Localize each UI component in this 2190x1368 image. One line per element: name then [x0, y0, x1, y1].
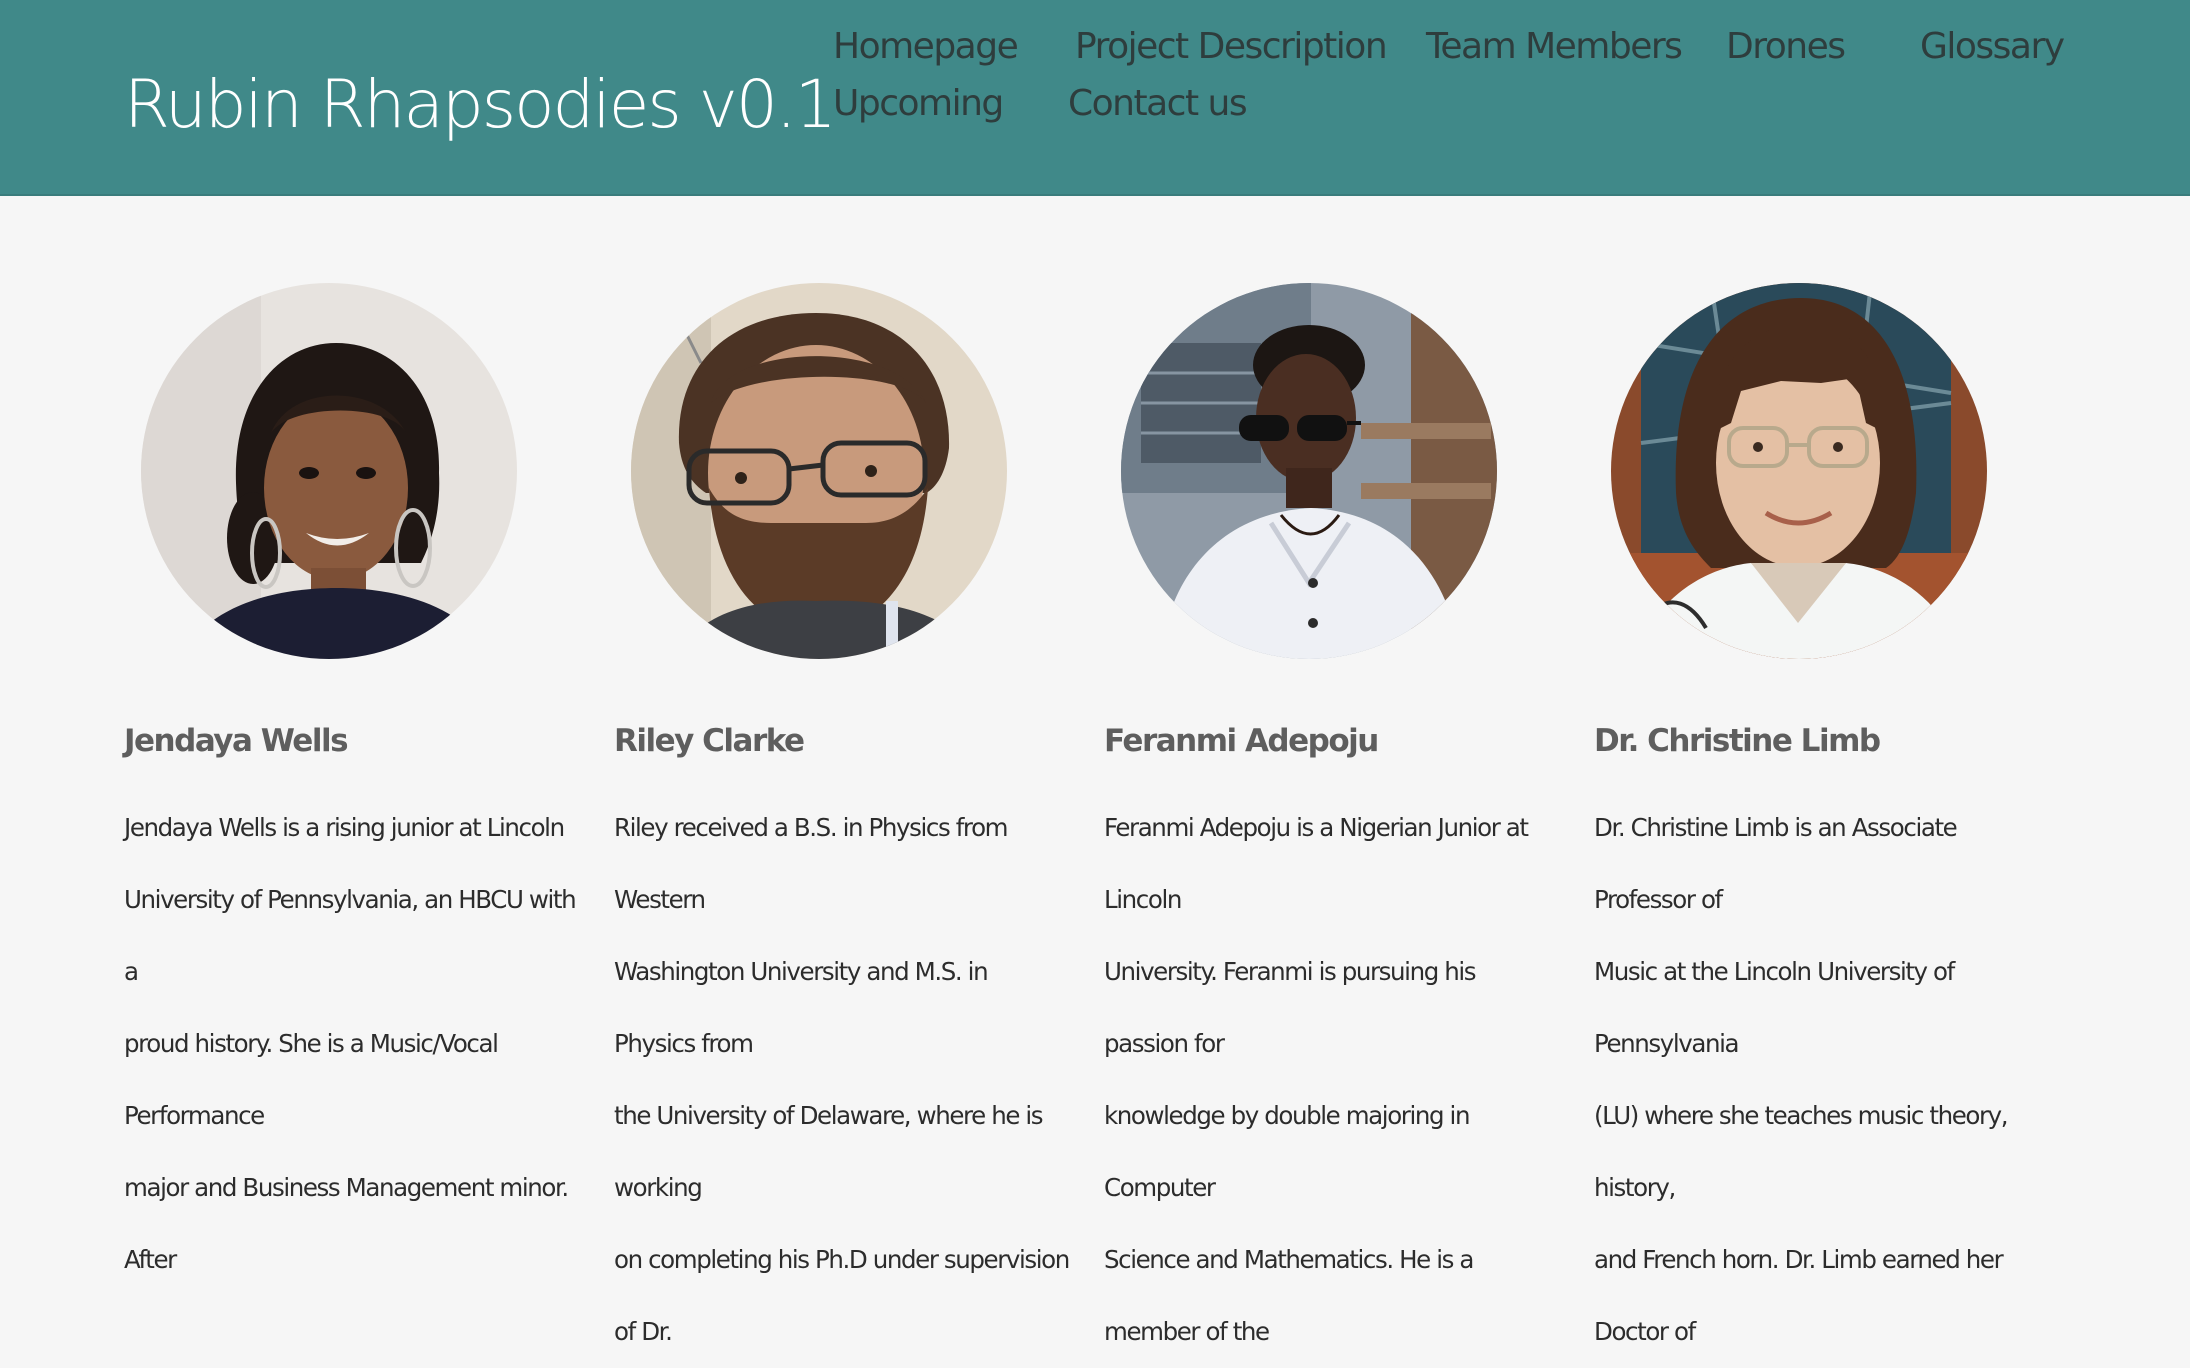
member-name: Dr. Christine Limb	[1594, 723, 1881, 759]
bio-line: major and Business Management minor. Aft…	[124, 1173, 569, 1274]
nav-project-description[interactable]: Project Description	[1075, 24, 1388, 70]
bio-line: knowledge by double majoring in Computer	[1104, 1101, 1470, 1202]
nav-glossary[interactable]: Glossary	[1920, 24, 2065, 70]
nav-team-members[interactable]: Team Members	[1426, 24, 1683, 70]
nav-contact-us[interactable]: Contact us	[1068, 81, 1248, 127]
nav-upcoming[interactable]: Upcoming	[833, 81, 1004, 127]
bio-line: and French horn. Dr. Limb earned her Doc…	[1594, 1245, 2004, 1346]
member-name: Feranmi Adepoju	[1104, 723, 1379, 759]
bio-line: Science and Mathematics. He is a member …	[1104, 1245, 1474, 1346]
bio-line: proud history. She is a Music/Vocal Perf…	[124, 1029, 499, 1130]
member-photo-feranmi-adepoju	[1121, 283, 1497, 659]
nav-homepage[interactable]: Homepage	[833, 24, 1019, 70]
member-photo-christine-limb	[1611, 283, 1987, 659]
bio-line: (LU) where she teaches music theory, his…	[1594, 1101, 2009, 1202]
member-bio: Dr. Christine Limb is an Associate Profe…	[1594, 792, 2054, 1368]
bio-line: Feranmi Adepoju is a Nigerian Junior at …	[1104, 813, 1529, 914]
bio-line: Jendaya Wells is a rising junior at Linc…	[124, 813, 565, 842]
member-photo-riley-clarke	[631, 283, 1007, 659]
bio-line: Washington University and M.S. in Physic…	[614, 957, 989, 1058]
member-bio: Jendaya Wells is a rising junior at Linc…	[124, 792, 584, 1296]
bio-line: University of Pennsylvania, an HBCU with…	[124, 885, 577, 986]
member-bio: Riley received a B.S. in Physics from We…	[614, 792, 1074, 1368]
member-photo-jendaya-wells	[141, 283, 517, 659]
member-name: Jendaya Wells	[124, 723, 349, 759]
member-bio: Feranmi Adepoju is a Nigerian Junior at …	[1104, 792, 1564, 1368]
bio-line: University. Feranmi is pursuing his pass…	[1104, 957, 1477, 1058]
bio-line: the University of Delaware, where he is …	[614, 1101, 1044, 1202]
site-header: Rubin Rhapsodies v0.1 Homepage Project D…	[0, 0, 2190, 196]
member-name: Riley Clarke	[614, 723, 805, 759]
nav-drones[interactable]: Drones	[1726, 24, 1846, 70]
bio-line: Riley received a B.S. in Physics from We…	[614, 813, 1009, 914]
bio-line: Dr. Christine Limb is an Associate Profe…	[1594, 813, 1958, 914]
site-title[interactable]: Rubin Rhapsodies v0.1	[124, 60, 837, 150]
bio-line: on completing his Ph.D under supervision…	[614, 1245, 1070, 1346]
bio-line: Music at the Lincoln University of Penns…	[1594, 957, 1955, 1058]
